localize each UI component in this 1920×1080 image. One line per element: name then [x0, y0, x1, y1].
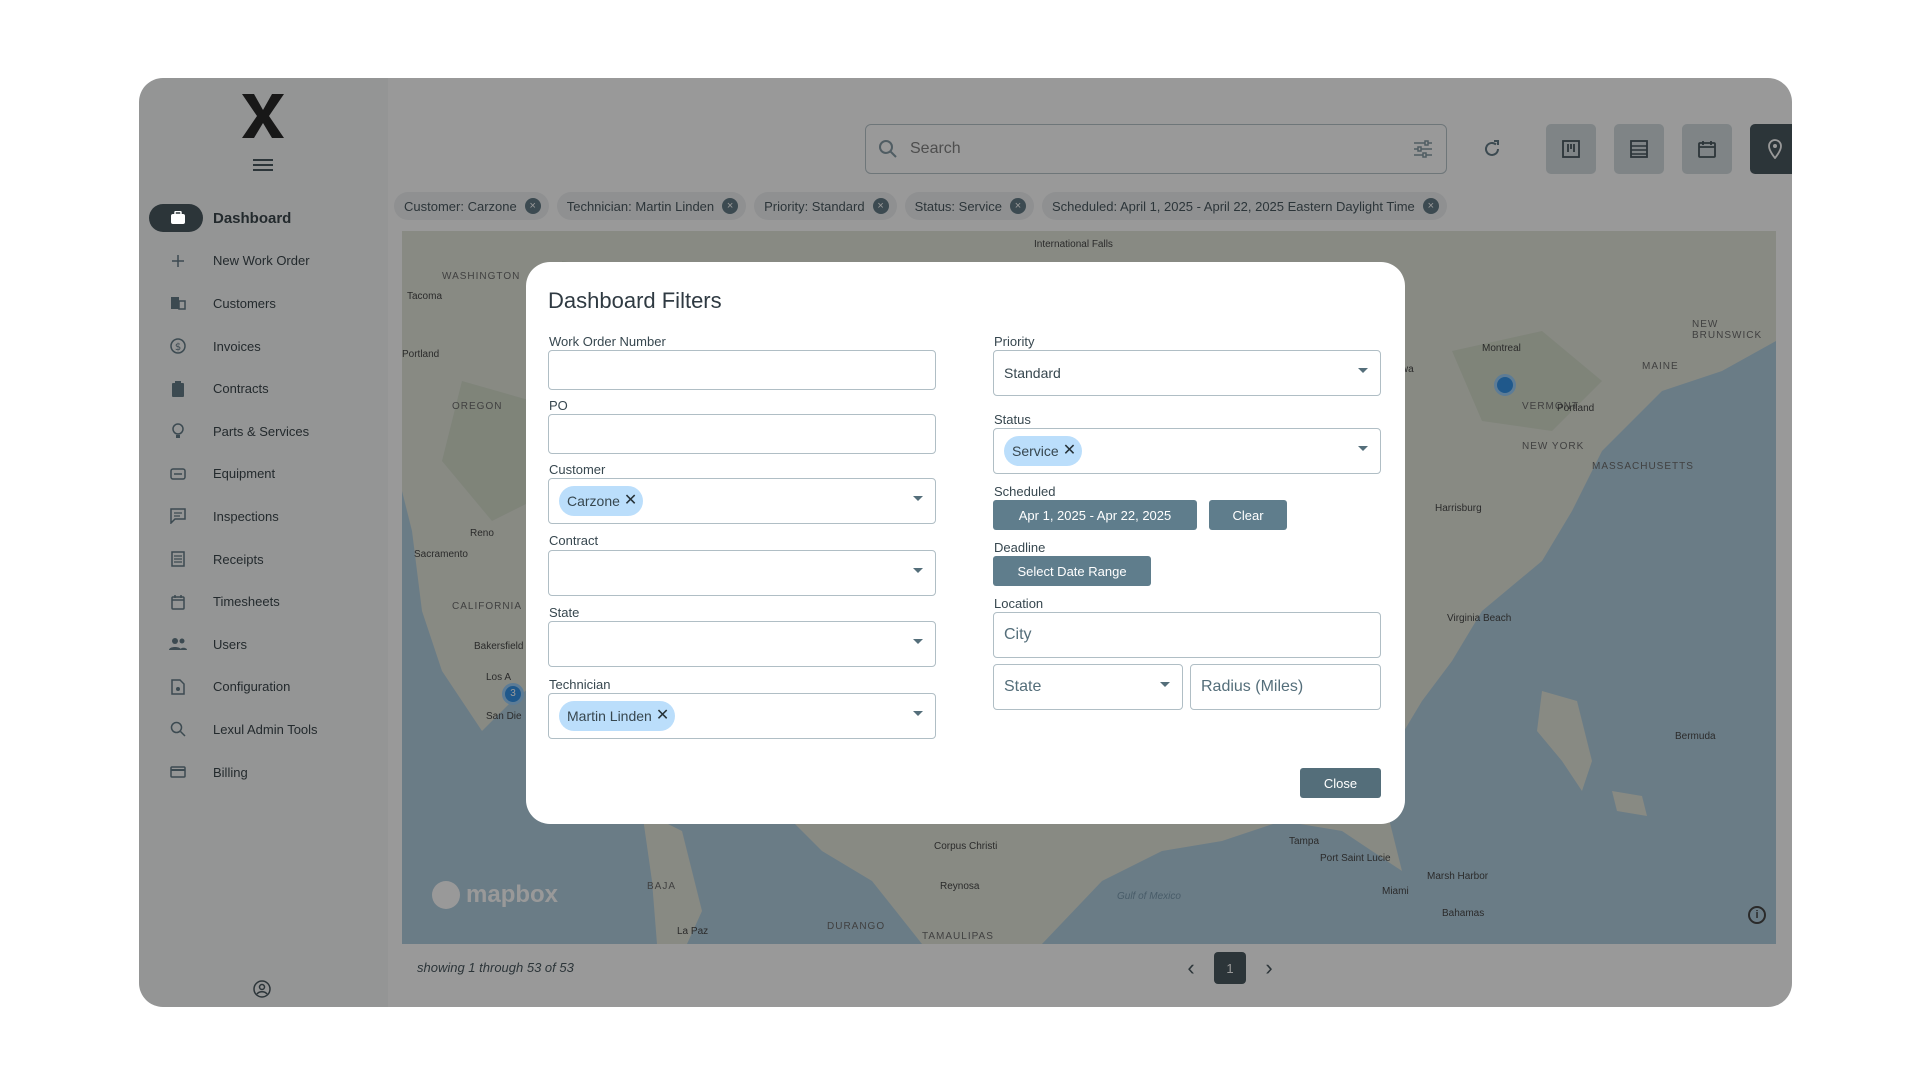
location-state-select[interactable]	[993, 664, 1183, 710]
close-button[interactable]: Close	[1300, 768, 1381, 798]
priority-label: Priority	[994, 334, 1035, 349]
status-select[interactable]: Service ✕	[993, 428, 1381, 474]
chevron-down-icon[interactable]	[1358, 446, 1368, 451]
po-field[interactable]	[548, 414, 936, 454]
chevron-down-icon[interactable]	[913, 568, 923, 573]
state-select[interactable]	[548, 621, 936, 667]
city-input[interactable]	[1004, 626, 1370, 644]
contract-label: Contract	[549, 533, 599, 548]
tag-label: Service	[1012, 443, 1059, 459]
status-label: Status	[994, 412, 1031, 427]
city-field[interactable]	[993, 612, 1381, 658]
chevron-down-icon[interactable]	[1358, 368, 1368, 373]
tag-label: Martin Linden	[567, 708, 652, 724]
technician-tag: Martin Linden ✕	[559, 701, 676, 731]
briefcase-icon	[169, 209, 187, 227]
customer-tag: Carzone ✕	[559, 486, 644, 516]
customer-select[interactable]: Carzone ✕	[548, 478, 936, 524]
chevron-down-icon[interactable]	[913, 639, 923, 644]
clear-button[interactable]: Clear	[1209, 500, 1287, 530]
contract-select[interactable]	[548, 550, 936, 596]
dialog-title: Dashboard Filters	[548, 288, 722, 313]
close-icon[interactable]: ✕	[1063, 443, 1076, 459]
deadline-range-button[interactable]: Select Date Range	[993, 556, 1151, 586]
close-icon[interactable]: ✕	[624, 493, 637, 509]
po-input[interactable]	[559, 425, 925, 443]
chevron-down-icon[interactable]	[913, 496, 923, 501]
tag-label: Carzone	[567, 493, 620, 509]
deadline-label: Deadline	[994, 540, 1046, 555]
radius-input[interactable]	[1201, 678, 1370, 696]
close-icon[interactable]: ✕	[656, 708, 669, 724]
work-order-field[interactable]	[548, 350, 936, 390]
status-tag: Service ✕	[1004, 436, 1083, 466]
scheduled-label: Scheduled	[994, 484, 1056, 499]
chevron-down-icon[interactable]	[913, 711, 923, 716]
chevron-down-icon[interactable]	[1160, 682, 1170, 687]
work-order-label: Work Order Number	[549, 334, 666, 349]
technician-select[interactable]: Martin Linden ✕	[548, 693, 936, 739]
work-order-input[interactable]	[559, 361, 925, 379]
dashboard-filters-dialog: Dashboard Filters Work Order Number PO C…	[526, 262, 1405, 824]
priority-value: Standard	[1004, 365, 1061, 381]
scheduled-range-button[interactable]: Apr 1, 2025 - Apr 22, 2025	[993, 500, 1197, 530]
priority-select[interactable]: Standard	[993, 350, 1381, 396]
location-label: Location	[994, 596, 1044, 611]
radius-field[interactable]	[1190, 664, 1381, 710]
state-label: State	[549, 605, 580, 620]
po-label: PO	[549, 398, 568, 413]
location-state-input[interactable]	[1004, 678, 1172, 696]
technician-label: Technician	[549, 677, 611, 692]
customer-label: Customer	[549, 462, 606, 477]
